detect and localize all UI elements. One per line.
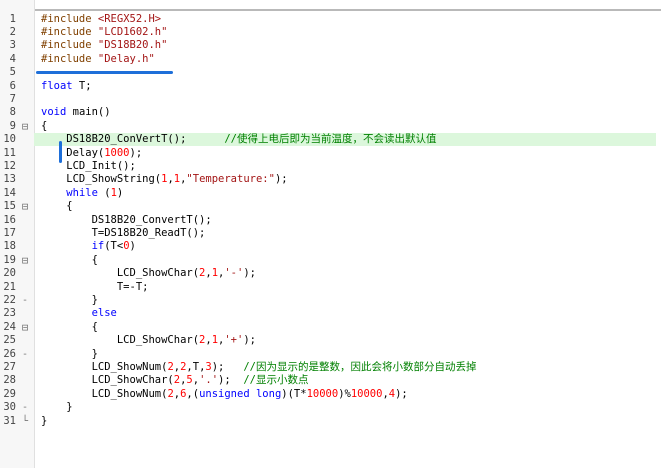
- line-number: 10: [3, 133, 16, 146]
- code-line[interactable]: while (1): [41, 187, 123, 200]
- line-number: 29: [3, 387, 16, 400]
- fold-toggle-icon[interactable]: ⊟: [20, 254, 30, 267]
- code-line[interactable]: if(T<0): [41, 240, 136, 253]
- annotation-bracket-marker: [59, 141, 62, 163]
- fold-toggle-icon[interactable]: ⊟: [20, 321, 30, 334]
- code-line[interactable]: #include <REGX52.H>: [41, 13, 161, 26]
- line-number: 18: [3, 240, 16, 253]
- line-number: 7: [9, 92, 16, 105]
- line-number: 5: [9, 66, 16, 79]
- line-number: 1: [9, 12, 16, 25]
- code-line[interactable]: }: [41, 415, 47, 428]
- code-line[interactable]: T=-T;: [41, 281, 149, 294]
- fold-guide-icon: -: [21, 348, 29, 360]
- code-line[interactable]: LCD_ShowChar(2,5,'.'); //显示小数点: [41, 374, 309, 387]
- fold-guide-icon: -: [21, 294, 29, 306]
- code-line[interactable]: }: [41, 401, 72, 414]
- line-number: 28: [3, 374, 16, 387]
- code-line[interactable]: LCD_ShowString(1,1,"Temperature:");: [41, 173, 287, 186]
- fold-guide-icon: -: [21, 402, 29, 414]
- fold-guide-icon: └: [21, 415, 29, 427]
- code-line[interactable]: DS18B20_ConvertT();: [41, 214, 212, 227]
- line-number: 23: [3, 307, 16, 320]
- line-number: 9: [9, 119, 16, 132]
- code-line[interactable]: {: [41, 120, 47, 133]
- line-number: 19: [3, 253, 16, 266]
- line-number: 31: [3, 414, 16, 427]
- line-number: 22: [3, 293, 16, 306]
- line-number: 27: [3, 360, 16, 373]
- line-number: 25: [3, 334, 16, 347]
- line-number: 13: [3, 173, 16, 186]
- line-number: 20: [3, 267, 16, 280]
- code-line[interactable]: {: [41, 321, 98, 334]
- code-line[interactable]: }: [41, 294, 98, 307]
- code-line[interactable]: Delay(1000);: [41, 147, 142, 160]
- line-number: 24: [3, 320, 16, 333]
- code-line[interactable]: LCD_Init();: [41, 160, 136, 173]
- fold-toggle-icon[interactable]: ⊟: [20, 200, 30, 213]
- line-number: 11: [3, 146, 16, 159]
- line-number: 14: [3, 186, 16, 199]
- line-number: 15: [3, 200, 16, 213]
- line-number: 2: [9, 25, 16, 38]
- line-number: 8: [9, 106, 16, 119]
- line-number: 12: [3, 159, 16, 172]
- line-number: 17: [3, 226, 16, 239]
- line-number: 4: [9, 52, 16, 65]
- code-line[interactable]: #include "Delay.h": [41, 53, 155, 66]
- code-line[interactable]: LCD_ShowNum(2,6,(unsigned long)(T*10000)…: [41, 388, 408, 401]
- code-line[interactable]: #include "LCD1602.h": [41, 26, 167, 39]
- code-line[interactable]: T=DS18B20_ReadT();: [41, 227, 206, 240]
- code-line[interactable]: DS18B20_ConVertT(); //使得上电后即为当前温度，不会读出默认…: [41, 133, 436, 146]
- code-line[interactable]: #include "DS18B20.h": [41, 39, 167, 52]
- line-number: 30: [3, 401, 16, 414]
- code-line[interactable]: LCD_ShowNum(2,2,T,3); //因为显示的是整数，因此会将小数部…: [41, 361, 477, 374]
- line-number: 16: [3, 213, 16, 226]
- code-line[interactable]: {: [41, 254, 98, 267]
- code-line[interactable]: LCD_ShowChar(2,1,'-');: [41, 267, 256, 280]
- line-number: 26: [3, 347, 16, 360]
- editor-top-border: [0, 9, 661, 11]
- code-line[interactable]: LCD_ShowChar(2,1,'+');: [41, 334, 256, 347]
- line-number: 3: [9, 39, 16, 52]
- code-line[interactable]: float T;: [41, 80, 92, 93]
- code-line[interactable]: }: [41, 348, 98, 361]
- annotation-underline: [36, 71, 173, 74]
- code-line[interactable]: else: [41, 307, 117, 320]
- fold-toggle-icon[interactable]: ⊟: [20, 120, 30, 133]
- line-number: 6: [9, 79, 16, 92]
- code-line[interactable]: {: [41, 200, 72, 213]
- code-line[interactable]: void main(): [41, 106, 111, 119]
- code-editor[interactable]: 1 #include <REGX52.H> 2 #include "LCD1602.h…: [0, 0, 661, 468]
- line-number: 21: [3, 280, 16, 293]
